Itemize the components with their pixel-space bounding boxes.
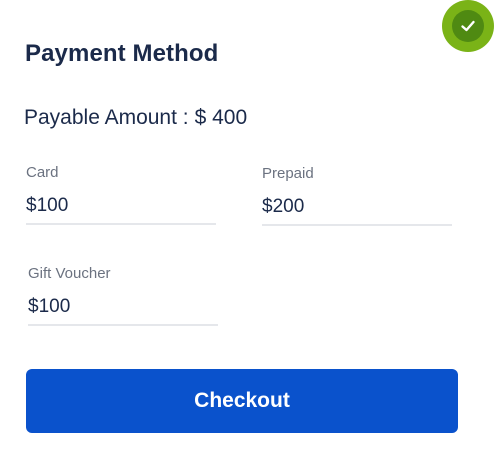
page-title: Payment Method	[25, 40, 219, 67]
gift-voucher-amount-input[interactable]	[28, 296, 218, 326]
payable-amount: Payable Amount : $ 400	[24, 106, 247, 130]
card-field-label: Card	[26, 164, 59, 181]
card-amount-input[interactable]	[26, 195, 216, 225]
payable-amount-label: Payable Amount :	[24, 106, 189, 129]
payable-amount-value: $ 400	[194, 106, 248, 129]
card-field: Card	[26, 164, 216, 225]
success-badge-inner	[452, 10, 484, 42]
prepaid-field: Prepaid	[262, 165, 452, 226]
gift-voucher-field-label: Gift Voucher	[28, 265, 111, 282]
prepaid-amount-input[interactable]	[262, 196, 452, 226]
payment-method-card: Payment Method Payable Amount : $ 400 Ca…	[0, 0, 494, 460]
prepaid-field-label: Prepaid	[262, 165, 314, 182]
check-icon	[461, 20, 475, 32]
gift-voucher-field: Gift Voucher	[28, 265, 218, 326]
checkout-button[interactable]: Checkout	[26, 369, 458, 433]
success-badge	[442, 0, 494, 52]
